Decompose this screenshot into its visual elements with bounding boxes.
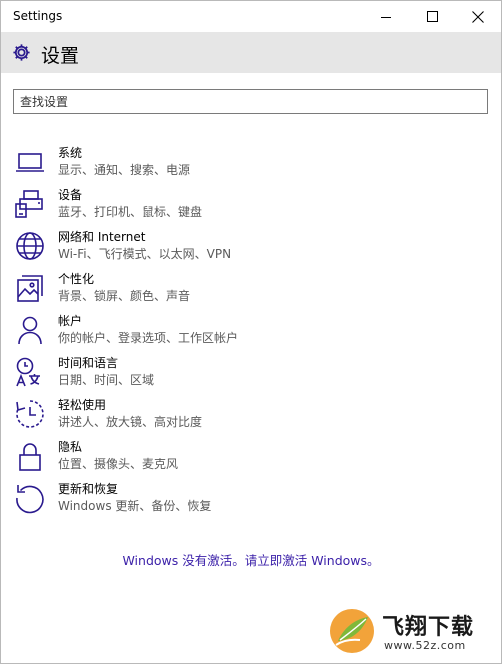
lock-icon bbox=[19, 443, 41, 471]
category-desc: 讲述人、放大镜、高对比度 bbox=[58, 415, 203, 429]
devices-icon bbox=[15, 190, 43, 218]
category-accounts[interactable]: 帐户 你的帐户、登录选项、工作区帐户 bbox=[1, 312, 401, 350]
category-name: 网络和 Internet bbox=[58, 230, 146, 244]
category-name: 时间和语言 bbox=[58, 356, 119, 370]
close-icon bbox=[472, 10, 484, 23]
refresh-icon bbox=[16, 485, 44, 514]
watermark-brand: 飞翔下载 bbox=[382, 615, 475, 640]
category-desc: Windows 更新、备份、恢复 bbox=[58, 499, 212, 513]
category-name: 设备 bbox=[58, 188, 83, 202]
search-input[interactable] bbox=[14, 90, 487, 113]
window-title: Settings bbox=[13, 9, 63, 23]
category-personalization[interactable]: 个性化 背景、锁屏、颜色、声音 bbox=[1, 270, 401, 308]
category-desc: 显示、通知、搜索、电源 bbox=[58, 163, 191, 177]
activation-link[interactable]: Windows 没有激活。请立即激活 Windows。 bbox=[1, 550, 501, 569]
category-desc: 背景、锁屏、颜色、声音 bbox=[58, 289, 191, 303]
category-desc: Wi-Fi、飞行模式、以太网、VPN bbox=[58, 247, 232, 261]
category-name: 隐私 bbox=[58, 440, 83, 454]
ease-of-access-icon bbox=[16, 400, 44, 428]
globe-icon bbox=[16, 232, 44, 260]
search-box[interactable] bbox=[13, 89, 488, 114]
gear-icon bbox=[13, 44, 30, 61]
category-devices[interactable]: 设备 蓝牙、打印机、鼠标、键盘 bbox=[1, 186, 401, 224]
page-title: 设置 bbox=[41, 45, 80, 67]
personalization-icon bbox=[17, 275, 43, 302]
maximize-icon bbox=[426, 11, 438, 22]
category-name: 帐户 bbox=[58, 314, 83, 328]
category-name: 系统 bbox=[58, 146, 83, 160]
watermark-logo: 飞翔下载 www.52z.com bbox=[328, 607, 498, 659]
category-name: 个性化 bbox=[58, 272, 95, 286]
settings-window: Settings 设置 查找设置 系统 显示、通知、搜索、电源 设备 蓝牙、打印… bbox=[0, 0, 502, 664]
watermark-url: www.52z.com bbox=[384, 639, 466, 652]
category-update-recovery[interactable]: 更新和恢复 Windows 更新、备份、恢复 bbox=[1, 480, 401, 518]
category-system[interactable]: 系统 显示、通知、搜索、电源 bbox=[1, 144, 401, 182]
category-network[interactable]: 网络和 Internet Wi-Fi、飞行模式、以太网、VPN bbox=[1, 228, 401, 266]
maximize-button[interactable] bbox=[409, 1, 455, 32]
close-button[interactable] bbox=[455, 1, 501, 32]
category-name: 轻松使用 bbox=[58, 398, 107, 412]
category-desc: 你的帐户、登录选项、工作区帐户 bbox=[58, 331, 239, 345]
title-bar[interactable]: Settings bbox=[1, 1, 501, 32]
laptop-icon bbox=[16, 153, 44, 172]
category-ease-of-access[interactable]: 轻松使用 讲述人、放大镜、高对比度 bbox=[1, 396, 401, 434]
category-privacy[interactable]: 隐私 位置、摄像头、麦克风 bbox=[1, 438, 401, 476]
category-desc: 日期、时间、区域 bbox=[58, 373, 155, 387]
category-desc: 位置、摄像头、麦克风 bbox=[58, 457, 179, 471]
person-icon bbox=[18, 316, 42, 345]
settings-header: 设置 bbox=[1, 32, 501, 73]
minimize-icon bbox=[381, 16, 391, 18]
minimize-button[interactable] bbox=[363, 1, 409, 32]
category-desc: 蓝牙、打印机、鼠标、键盘 bbox=[58, 205, 203, 219]
leaf-logo-icon bbox=[330, 609, 374, 653]
category-time-language[interactable]: 时间和语言 日期、时间、区域 bbox=[1, 354, 401, 392]
category-name: 更新和恢复 bbox=[58, 482, 119, 496]
time-language-icon bbox=[16, 357, 40, 387]
